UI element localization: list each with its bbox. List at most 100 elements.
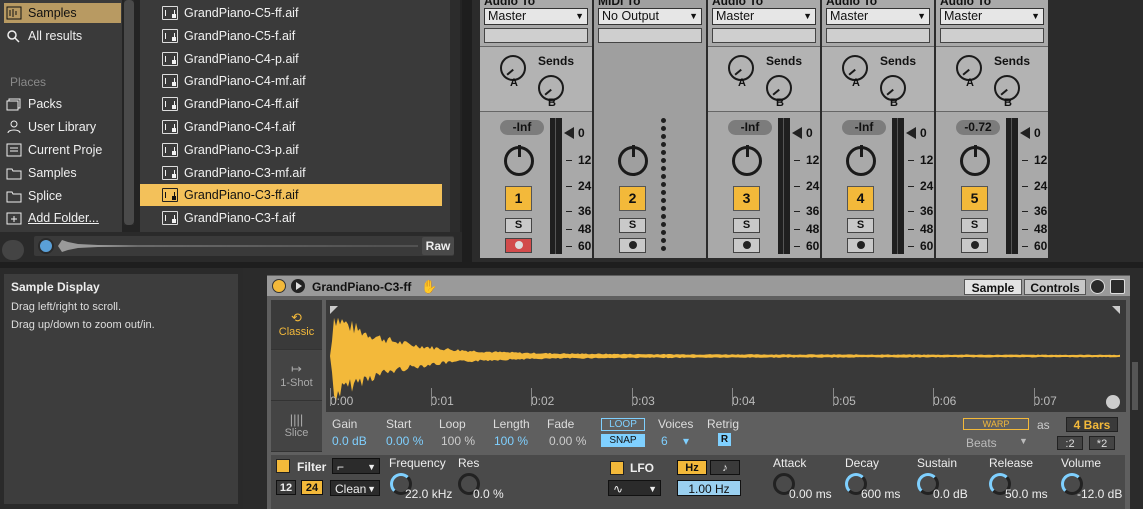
lfo-rate-value[interactable]: 1.00 Hz bbox=[677, 480, 741, 496]
slope-12-button[interactable]: 12 bbox=[276, 480, 296, 495]
volume-value[interactable]: -Inf bbox=[500, 120, 544, 135]
gain-value[interactable]: 0.0 dB bbox=[332, 434, 367, 448]
lfo-hz-button[interactable]: Hz bbox=[677, 460, 707, 475]
file-item[interactable]: GrandPiano-C4-mf.aif bbox=[140, 70, 442, 92]
arm-button[interactable] bbox=[619, 238, 646, 253]
place-splice[interactable]: Splice bbox=[6, 186, 118, 206]
mode-classic[interactable]: ⟲ Classic bbox=[271, 300, 322, 350]
double-tempo-button[interactable]: *2 bbox=[1089, 436, 1115, 450]
filter-type-dropdown[interactable]: ⌐ bbox=[332, 458, 380, 475]
solo-button[interactable]: S bbox=[733, 218, 760, 233]
all-results-item[interactable]: All results bbox=[6, 26, 118, 46]
output-routing-dropdown[interactable]: Master bbox=[712, 8, 816, 25]
loop-toggle[interactable]: LOOP bbox=[601, 418, 645, 431]
length-value[interactable]: 100 % bbox=[494, 434, 528, 448]
zoom-scrollbar[interactable] bbox=[1132, 362, 1138, 410]
mixer-strip: MIDI ToNo Output 2 S bbox=[594, 0, 706, 258]
place-user-library[interactable]: User Library bbox=[6, 117, 118, 137]
filter-toggle[interactable] bbox=[276, 459, 290, 473]
start-value[interactable]: 0.00 % bbox=[386, 434, 423, 448]
arm-button[interactable] bbox=[961, 238, 988, 253]
pan-knob[interactable] bbox=[846, 145, 876, 176]
lfo-shape-dropdown[interactable]: ∿ bbox=[608, 480, 661, 497]
file-item[interactable]: GrandPiano-C4-f.aif bbox=[140, 116, 442, 138]
volume-value[interactable]: -Inf bbox=[728, 120, 772, 135]
solo-button[interactable]: S bbox=[847, 218, 874, 233]
mode-one-shot[interactable]: ↦ 1-Shot bbox=[271, 351, 322, 401]
device-options-icon[interactable] bbox=[1090, 279, 1105, 294]
track-activator-button[interactable]: 5 bbox=[961, 186, 988, 211]
voices-chevron-icon[interactable]: ▾ bbox=[683, 434, 689, 448]
warp-toggle[interactable]: WARP bbox=[963, 418, 1029, 430]
voices-value[interactable]: 6 bbox=[661, 434, 668, 448]
track-activator-button[interactable]: 2 bbox=[619, 186, 646, 211]
arm-button[interactable] bbox=[733, 238, 760, 253]
fade-value[interactable]: 0.00 % bbox=[549, 434, 586, 448]
tab-controls[interactable]: Controls bbox=[1024, 279, 1086, 295]
pan-knob[interactable] bbox=[732, 145, 762, 176]
category-samples-label: Samples bbox=[28, 6, 77, 20]
track-activator-button[interactable]: 1 bbox=[505, 186, 532, 211]
add-folder-button[interactable]: Add Folder... bbox=[6, 208, 118, 228]
mode-slice[interactable]: |||| Slice bbox=[271, 402, 322, 452]
solo-button[interactable]: S bbox=[961, 218, 988, 233]
place-current-project[interactable]: Current Proje bbox=[6, 140, 118, 160]
pan-knob[interactable] bbox=[618, 145, 648, 176]
lfo-toggle[interactable] bbox=[610, 461, 624, 475]
file-item[interactable]: GrandPiano-C3-ff.aif bbox=[140, 184, 442, 207]
volume-value[interactable]: -0.72 bbox=[956, 120, 1000, 135]
place-packs[interactable]: Packs bbox=[6, 94, 118, 114]
file-item[interactable]: GrandPiano-C4-p.aif bbox=[140, 48, 442, 70]
warp-mode-chevron-icon[interactable]: ▼ bbox=[1019, 436, 1028, 446]
output-routing-dropdown[interactable]: No Output bbox=[598, 8, 702, 25]
follow-icon[interactable] bbox=[1106, 395, 1120, 409]
track-activator-button[interactable]: 4 bbox=[847, 186, 874, 211]
loop-value[interactable]: 100 % bbox=[441, 434, 475, 448]
file-item[interactable]: GrandPiano-C5-f.aif bbox=[140, 25, 442, 47]
category-samples[interactable]: Samples bbox=[4, 3, 121, 23]
output-routing-dropdown[interactable]: Master bbox=[940, 8, 1044, 25]
hot-swap-icon[interactable] bbox=[2, 240, 24, 260]
tab-sample[interactable]: Sample bbox=[964, 279, 1022, 295]
solo-button[interactable]: S bbox=[505, 218, 532, 233]
pan-knob[interactable] bbox=[960, 145, 990, 176]
device-save-icon[interactable] bbox=[1110, 279, 1125, 294]
output-channel-dropdown[interactable] bbox=[598, 28, 702, 43]
output-channel-dropdown[interactable] bbox=[826, 28, 930, 43]
lfo-sync-button[interactable]: ♪ bbox=[710, 460, 740, 475]
output-routing-dropdown[interactable]: Master bbox=[484, 8, 588, 25]
output-channel-dropdown[interactable] bbox=[712, 28, 816, 43]
file-item[interactable]: GrandPiano-C4-ff.aif bbox=[140, 93, 442, 115]
sends-section: Sends A B bbox=[480, 46, 592, 112]
slope-24-button[interactable]: 24 bbox=[301, 480, 323, 495]
arm-button[interactable] bbox=[847, 238, 874, 253]
preview-toggle-icon[interactable] bbox=[38, 238, 54, 254]
output-channel-dropdown[interactable] bbox=[484, 28, 588, 43]
warp-bars-value[interactable]: 4 Bars bbox=[1066, 417, 1118, 432]
device-preview-play-button[interactable] bbox=[291, 279, 305, 293]
places-scroll-thumb[interactable] bbox=[124, 0, 134, 225]
file-item[interactable]: GrandPiano-C3-mf.aif bbox=[140, 162, 442, 184]
hand-icon[interactable]: ✋ bbox=[421, 279, 437, 295]
snap-toggle[interactable]: SNAP bbox=[601, 434, 645, 447]
output-routing-dropdown[interactable]: Master bbox=[826, 8, 930, 25]
filter-circuit-dropdown[interactable]: Clean bbox=[330, 480, 380, 497]
place-samples[interactable]: Samples bbox=[6, 163, 118, 183]
file-item[interactable]: GrandPiano-C3-p.aif bbox=[140, 139, 442, 161]
pan-knob[interactable] bbox=[504, 145, 534, 176]
device-on-off-button[interactable] bbox=[272, 279, 286, 293]
packs-icon bbox=[6, 97, 22, 111]
file-item[interactable]: GrandPiano-C3-f.aif bbox=[140, 207, 442, 229]
track-activator-button[interactable]: 3 bbox=[733, 186, 760, 211]
warp-mode-dropdown[interactable]: Beats bbox=[966, 436, 997, 450]
arm-button[interactable] bbox=[505, 238, 532, 253]
file-list-scrollbar[interactable] bbox=[450, 0, 460, 232]
solo-button[interactable]: S bbox=[619, 218, 646, 233]
retrig-toggle[interactable]: R bbox=[718, 433, 731, 446]
half-tempo-button[interactable]: :2 bbox=[1057, 436, 1083, 450]
volume-value[interactable]: -Inf bbox=[842, 120, 886, 135]
raw-button[interactable]: Raw bbox=[422, 237, 454, 255]
file-item[interactable]: GrandPiano-C5-ff.aif bbox=[140, 2, 442, 24]
audio-file-icon bbox=[162, 51, 178, 66]
output-channel-dropdown[interactable] bbox=[940, 28, 1044, 43]
